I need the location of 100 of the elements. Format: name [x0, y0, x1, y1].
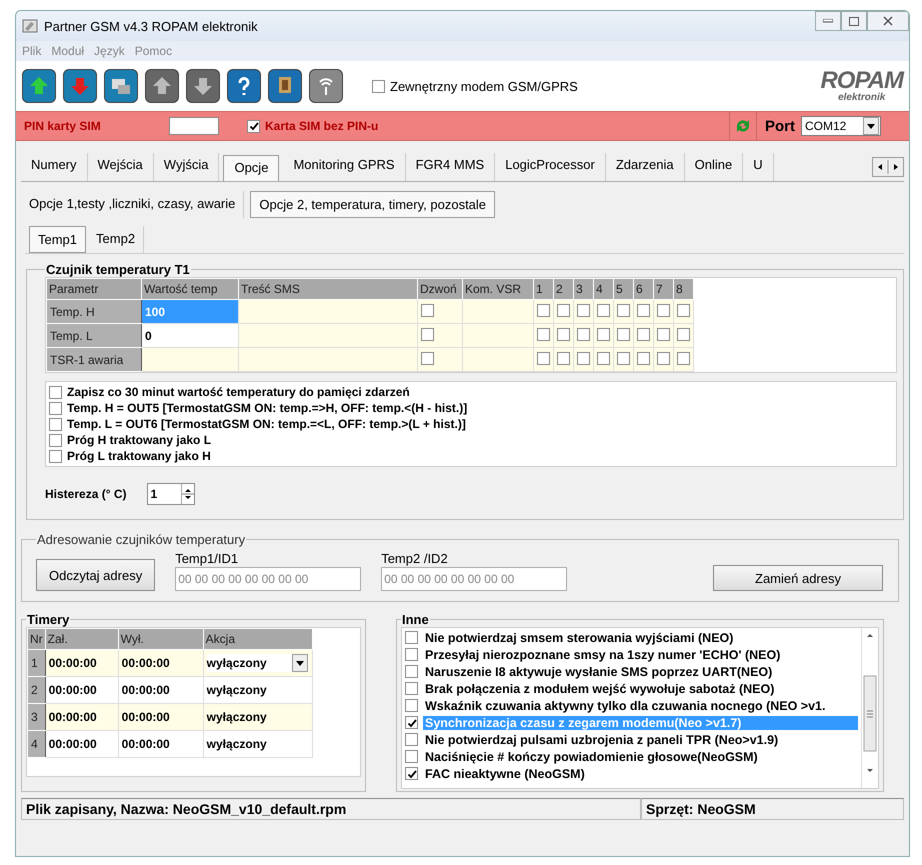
output-checkbox[interactable]	[537, 352, 550, 364]
tab[interactable]: U	[743, 153, 774, 181]
option-checkbox[interactable]	[405, 665, 418, 678]
antenna-button[interactable]	[309, 69, 343, 103]
vsr-cell[interactable]	[462, 348, 534, 372]
download-button[interactable]	[186, 69, 220, 103]
pin-field[interactable]	[169, 117, 219, 135]
tab[interactable]: Online	[684, 153, 744, 181]
output-checkbox[interactable]	[537, 304, 550, 316]
tab[interactable]: Monitoring GPRS	[283, 153, 406, 181]
tab[interactable]: FGR4 MMS	[406, 153, 496, 181]
option-label[interactable]: Brak połączenia z modułem wejść wywołuje sabotaż (NEO)	[423, 682, 776, 696]
option-checkbox[interactable]	[405, 716, 418, 729]
sensor-tab[interactable]: Temp1	[29, 226, 86, 253]
port-dropdown[interactable]: COM12	[801, 116, 881, 136]
output-checkbox[interactable]	[617, 328, 630, 340]
output-checkbox[interactable]	[617, 352, 630, 364]
output-checkbox[interactable]	[637, 304, 650, 316]
subtab[interactable]: Opcje 2, temperatura, timery, pozostale	[250, 191, 496, 218]
option-label[interactable]: Naruszenie I8 aktywuje wysłanie SMS poprzez UART(NEO)	[423, 664, 774, 678]
value-cell[interactable]	[142, 348, 238, 372]
close-button[interactable]	[867, 11, 909, 31]
hysteresis-spinner[interactable]: 1	[146, 483, 194, 505]
tab-scroll-arrows[interactable]	[872, 157, 904, 177]
table-cell[interactable]: wyłączony	[203, 730, 312, 758]
output-checkbox[interactable]	[677, 328, 690, 340]
output-checkbox[interactable]	[577, 352, 590, 364]
minimize-button[interactable]	[815, 11, 841, 31]
tab[interactable]: Wejścia	[88, 153, 154, 181]
maximize-button[interactable]	[841, 11, 867, 31]
output-checkbox[interactable]	[597, 304, 610, 316]
table-cell[interactable]: 00:00:00	[45, 650, 118, 676]
address-field[interactable]: 00 00 00 00 00 00 00 00	[175, 567, 362, 591]
output-checkbox[interactable]	[557, 328, 570, 340]
download-button[interactable]	[63, 69, 97, 103]
action-dropdown[interactable]: wyłączony	[206, 654, 309, 672]
vsr-cell[interactable]	[462, 324, 534, 348]
option-checkbox[interactable]	[405, 767, 418, 780]
ring-checkbox[interactable]	[421, 352, 434, 364]
output-checkbox[interactable]	[657, 304, 670, 316]
output-checkbox[interactable]	[597, 328, 610, 340]
help-button[interactable]	[227, 69, 261, 103]
output-checkbox[interactable]	[657, 352, 670, 364]
option-label[interactable]: FAC nieaktywne (NeoGSM)	[423, 766, 587, 780]
output-checkbox[interactable]	[577, 304, 590, 316]
option-label[interactable]: Wskaźnik czuwania aktywny tylko dla czuwania nocnego (NEO >v1.	[423, 698, 828, 712]
table-cell[interactable]: 00:00:00	[45, 730, 118, 758]
output-checkbox[interactable]	[637, 352, 650, 364]
ring-checkbox[interactable]	[421, 328, 434, 340]
option-label[interactable]: Przesyłaj nierozpoznane smsy na 1szy numer 'ECHO' (NEO)	[423, 648, 782, 662]
swap-addresses-button[interactable]: Zamień adresy	[713, 565, 883, 591]
tab[interactable]: Wyjścia	[154, 153, 220, 181]
exit-button[interactable]	[268, 69, 302, 103]
option-label[interactable]: Nie potwierdzaj pulsami uzbrojenia z paneli TPR (Neo>v1.9)	[423, 732, 780, 746]
option-checkbox[interactable]	[405, 750, 418, 763]
sms-cell[interactable]	[238, 348, 418, 372]
option-label[interactable]: Naciśnięcie # kończy powiadomienie głosowe(NeoGSM)	[423, 750, 760, 764]
option-checkbox[interactable]	[49, 402, 62, 414]
option-checkbox[interactable]	[405, 648, 418, 661]
sms-cell[interactable]	[238, 300, 418, 324]
output-checkbox[interactable]	[677, 352, 690, 364]
value-cell[interactable]: 0	[142, 324, 238, 348]
option-checkbox[interactable]	[49, 386, 62, 398]
table-cell[interactable]: wyłączony	[203, 704, 312, 730]
table-cell[interactable]: 00:00:00	[45, 704, 118, 730]
sensor-tab[interactable]: Temp2	[88, 226, 144, 253]
output-checkbox[interactable]	[577, 328, 590, 340]
option-label[interactable]: Nie potwierdzaj smsem sterowania wyjściami (NEO)	[423, 630, 736, 644]
output-checkbox[interactable]	[677, 304, 690, 316]
table-cell[interactable]: 00:00:00	[118, 704, 204, 730]
upload-button[interactable]	[22, 69, 56, 103]
option-checkbox[interactable]	[405, 733, 418, 746]
option-checkbox[interactable]	[405, 631, 418, 644]
table-cell[interactable]: 00:00:00	[118, 730, 204, 758]
tab[interactable]: LogicProcessor	[495, 153, 606, 181]
ring-checkbox[interactable]	[421, 304, 434, 316]
address-field[interactable]: 00 00 00 00 00 00 00 00	[381, 567, 568, 591]
output-checkbox[interactable]	[597, 352, 610, 364]
option-checkbox[interactable]	[49, 434, 62, 446]
tab[interactable]: Numery	[21, 153, 88, 181]
tab[interactable]: Opcje	[223, 155, 280, 181]
read-addresses-button[interactable]: Odczytaj adresy	[36, 559, 156, 591]
option-checkbox[interactable]	[405, 699, 418, 712]
tab[interactable]: Zdarzenia	[606, 153, 685, 181]
sms-cell[interactable]	[238, 324, 418, 348]
upload-button[interactable]	[145, 69, 179, 103]
subtab[interactable]: Opcje 1,testy ,liczniki, czasy, awarie	[21, 191, 244, 218]
option-checkbox[interactable]	[405, 682, 418, 695]
output-checkbox[interactable]	[657, 328, 670, 340]
output-checkbox[interactable]	[537, 328, 550, 340]
option-checkbox[interactable]	[49, 450, 62, 462]
vsr-cell[interactable]	[462, 300, 534, 324]
output-checkbox[interactable]	[557, 304, 570, 316]
no-pin-checkbox[interactable]	[247, 120, 260, 132]
output-checkbox[interactable]	[637, 328, 650, 340]
table-cell[interactable]: 00:00:00	[118, 650, 204, 676]
output-checkbox[interactable]	[617, 304, 630, 316]
scrollbar[interactable]	[861, 628, 878, 788]
output-checkbox[interactable]	[557, 352, 570, 364]
option-checkbox[interactable]	[49, 418, 62, 430]
